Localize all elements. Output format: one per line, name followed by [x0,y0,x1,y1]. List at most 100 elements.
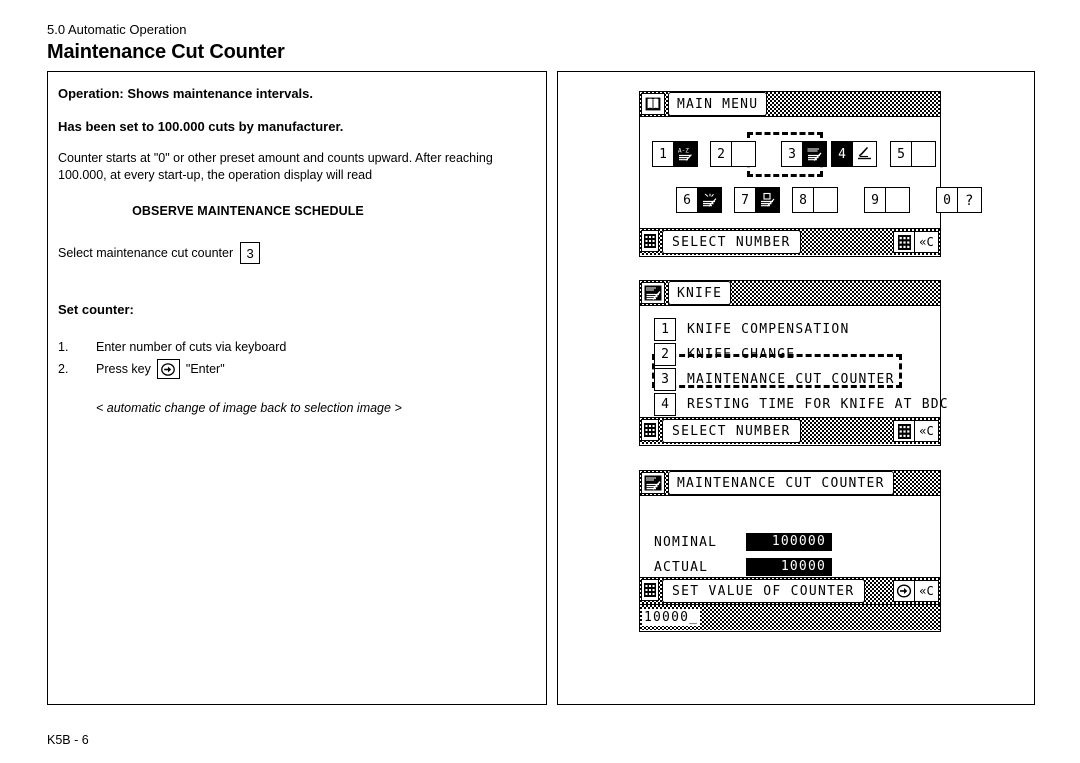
description-paragraph: Counter starts at "0" or other preset am… [58,151,493,182]
main-menu-title-bar: MAIN MENU [640,92,940,117]
blank-icon [814,187,838,213]
wrench-icon [853,141,877,167]
knife-item-2-label: KNIFE CHANGE [687,347,796,362]
blank-icon [732,141,756,167]
maintenance-status-text: SET VALUE OF COUNTER [662,579,865,603]
main-menu-row-2: 6 7 8 9 0 ? [676,187,982,213]
menu-key-0-number: 0 [936,187,958,213]
keypad-icon[interactable] [893,231,915,253]
menu-key-2-number: 2 [710,141,732,167]
knife-item-3-label: MAINTENANCE CUT COUNTER [687,372,895,387]
maintenance-status-bar: SET VALUE OF COUNTER «C [640,577,940,604]
knife-item-3-number: 3 [654,368,676,391]
actual-label: ACTUAL [654,559,709,575]
knife-item-1-label: KNIFE COMPENSATION [687,322,850,337]
step-2-number: 2. [58,362,69,376]
menu-key-3[interactable]: 3 [781,141,827,167]
main-menu-status-text: SELECT NUMBER [662,230,801,254]
question-icon: ? [958,187,982,213]
enter-arrow-icon[interactable] [893,580,915,602]
enter-arrow-icon[interactable] [156,359,180,379]
operation-line: Operation: Shows maintenance intervals. [58,86,314,101]
select-counter-line: Select maintenance cut counter 3 [58,242,528,264]
set-counter-heading: Set counter: [58,302,134,317]
knife-item-2-number: 2 [654,343,676,366]
sort-az-icon: A-Z [674,141,698,167]
nominal-row: NOMINAL 100000 [654,533,832,551]
maintenance-title-bar: MAINTENANCE CUT COUNTER [640,471,940,496]
menu-key-1-number: 1 [652,141,674,167]
lcd-panel-knife: KNIFE 1 KNIFE COMPENSATION 2 KNIFE CHANG… [639,280,948,446]
menu-key-9-number: 9 [864,187,886,213]
knife-status-text: SELECT NUMBER [662,419,801,443]
blank-icon [912,141,936,167]
knife-title: KNIFE [668,281,732,305]
main-menu-status-bar: SELECT NUMBER «C [640,228,940,255]
page-header: 5.0 Automatic Operation Maintenance Cut … [47,22,747,64]
svg-text:A-Z: A-Z [678,148,689,155]
menu-key-7-number: 7 [734,187,756,213]
keypad-icon [641,419,659,441]
nominal-value: 100000 [746,533,832,551]
maintenance-title: MAINTENANCE CUT COUNTER [668,471,894,495]
steps-list: 1. Enter number of cuts via keyboard 2. … [58,336,528,416]
keypad-icon [641,230,659,252]
counter-input-value[interactable]: 10000_ [642,609,701,626]
open-book-icon [641,93,665,115]
step-2-text-before: Press key [96,362,151,376]
menu-key-1[interactable]: 1 A-Z [652,141,698,167]
page-title: Maintenance Cut Counter [47,41,285,63]
actual-row: ACTUAL 10000 [654,558,832,576]
knife-menu-item-1[interactable]: 1 KNIFE COMPENSATION [654,318,849,341]
right-illustration-frame: MAIN MENU 1 A-Z 2 3 4 5 6 7 8 9 0 ? SELE… [557,71,1035,705]
knife-status-bar: SELECT NUMBER «C [640,417,940,444]
footer-page-id: K5B - 6 [47,733,89,747]
menu-key-6[interactable]: 6 [676,187,722,213]
menu-key-5-number: 5 [890,141,912,167]
back-clear-icon[interactable]: «C [915,580,939,602]
menu-key-6-number: 6 [676,187,698,213]
menu-key-8[interactable]: 8 [792,187,838,213]
select-counter-label: Select maintenance cut counter [58,246,234,260]
back-clear-icon[interactable]: «C [915,420,939,442]
keypad-icon [641,579,659,601]
nominal-label: NOMINAL [654,534,718,550]
factory-setting-line: Has been set to 100.000 cuts by manufact… [58,119,344,134]
menu-key-8-number: 8 [792,187,814,213]
counter-input-line[interactable]: 10000_ [640,604,940,630]
knife-icon [641,282,665,304]
select-counter-value[interactable]: 3 [240,242,261,264]
actual-value: 10000 [746,558,832,576]
menu-key-7[interactable]: 7 [734,187,780,213]
menu-key-4[interactable]: 4 [831,141,877,167]
menu-key-4-number: 4 [831,141,853,167]
back-clear-icon[interactable]: «C [915,231,939,253]
step-1: 1. Enter number of cuts via keyboard [58,336,528,358]
display-message: OBSERVE MAINTENANCE SCHEDULE [132,204,364,218]
keypad-icon[interactable] [893,420,915,442]
menu-key-9[interactable]: 9 [864,187,910,213]
knife-menu-item-3[interactable]: 3 MAINTENANCE CUT COUNTER [654,368,895,391]
step-2-text-after: "Enter" [185,362,225,376]
lcd-panel-maintenance: MAINTENANCE CUT COUNTER NOMINAL 100000 A… [639,470,941,632]
main-menu-row-1: 1 A-Z 2 3 4 5 [652,141,936,167]
knife-item-4-label: RESTING TIME FOR KNIFE AT BDC [687,397,949,412]
menu-key-5[interactable]: 5 [890,141,936,167]
knife-item-1-number: 1 [654,318,676,341]
blank-icon [886,187,910,213]
main-menu-title: MAIN MENU [668,92,768,116]
knife-item-4-number: 4 [654,393,676,416]
section-label: 5.0 Automatic Operation [47,22,187,37]
knife-menu-item-4[interactable]: 4 RESTING TIME FOR KNIFE AT BDC [654,393,949,416]
knife-menu-item-2[interactable]: 2 KNIFE CHANGE [654,343,795,366]
menu-key-0[interactable]: 0 ? [936,187,982,213]
step-2: 2. Press key "Enter" [58,358,528,380]
menu-key-2[interactable]: 2 [710,141,756,167]
knife-icon [641,472,665,494]
menu-key-3-number: 3 [781,141,803,167]
svg-text:?: ? [965,193,973,208]
step-1-text: Enter number of cuts via keyboard [96,340,287,354]
step-1-number: 1. [58,340,69,354]
stack-cut-icon [698,187,722,213]
lcd-panel-main-menu: MAIN MENU 1 A-Z 2 3 4 5 6 7 8 9 0 ? SELE… [639,91,982,257]
